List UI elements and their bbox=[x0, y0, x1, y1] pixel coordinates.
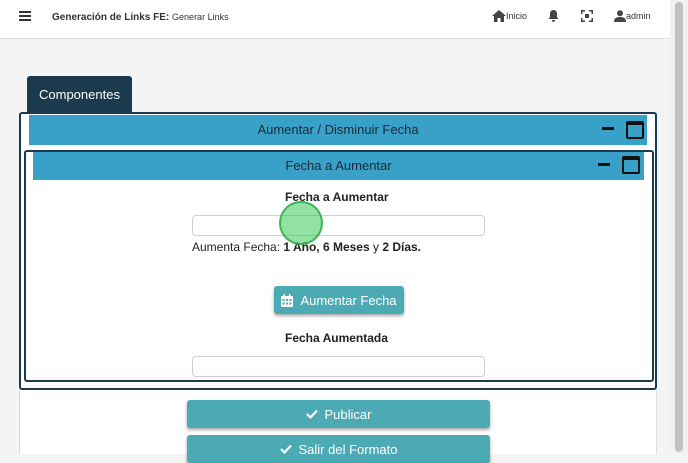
user-icon bbox=[614, 10, 626, 22]
aumentar-fecha-label: Aumentar Fecha bbox=[300, 292, 397, 308]
calendar-icon bbox=[281, 293, 294, 307]
top-navbar: Generación de Links FE: Generar Links In… bbox=[0, 0, 670, 39]
salir-formato-label: Salir del Formato bbox=[298, 441, 398, 457]
notifications-button[interactable] bbox=[548, 10, 559, 22]
inner-section-header[interactable]: Fecha a Aumentar bbox=[33, 152, 644, 180]
nav-inicio-label: Inicio bbox=[506, 11, 528, 21]
bell-icon bbox=[548, 10, 559, 22]
fecha-aumentar-label: Fecha a Aumentar bbox=[285, 190, 389, 204]
page-title-main: Generación de Links FE: bbox=[52, 12, 170, 23]
minus-icon[interactable] bbox=[602, 127, 614, 130]
check-icon bbox=[305, 409, 318, 419]
minus-icon[interactable] bbox=[598, 163, 610, 166]
inner-panel bbox=[24, 150, 654, 382]
publicar-label: Publicar bbox=[324, 406, 372, 422]
fecha-aumentada-input[interactable] bbox=[192, 356, 485, 377]
info-prefix: Aumenta Fecha: bbox=[192, 240, 284, 254]
nav-user[interactable]: admin bbox=[614, 10, 651, 22]
tab-componentes[interactable]: Componentes bbox=[27, 76, 132, 112]
fecha-aumentar-input[interactable] bbox=[192, 215, 485, 236]
inner-section-title: Fecha a Aumentar bbox=[285, 158, 392, 173]
outer-section-header[interactable]: Aumentar / Disminuir Fecha bbox=[29, 115, 647, 145]
info-years: 1 Año, 6 Meses bbox=[283, 240, 370, 254]
aumentar-fecha-button[interactable]: Aumentar Fecha bbox=[274, 286, 404, 314]
window-icon[interactable] bbox=[626, 121, 644, 139]
nav-user-label: admin bbox=[626, 11, 651, 21]
outer-section-title: Aumentar / Disminuir Fecha bbox=[257, 122, 419, 137]
window-icon[interactable] bbox=[622, 156, 640, 174]
nav-inicio[interactable]: Inicio bbox=[492, 10, 527, 22]
home-icon bbox=[492, 10, 506, 22]
info-days: 2 Días. bbox=[382, 240, 422, 254]
fecha-aumentada-label: Fecha Aumentada bbox=[285, 331, 388, 345]
info-sep: y bbox=[369, 240, 383, 254]
aumenta-fecha-info: Aumenta Fecha: 1 Año, 6 Meses y 2 Días. bbox=[192, 240, 421, 254]
salir-formato-button[interactable]: Salir del Formato bbox=[187, 435, 490, 463]
scrollbar-thumb[interactable] bbox=[675, 2, 683, 452]
fullscreen-button[interactable] bbox=[581, 10, 593, 22]
page-scrollbar[interactable] bbox=[670, 0, 688, 454]
menu-icon[interactable] bbox=[19, 11, 31, 21]
publicar-button[interactable]: Publicar bbox=[187, 400, 490, 428]
expand-icon bbox=[581, 10, 593, 22]
page-title: Generación de Links FE: Generar Links bbox=[52, 12, 229, 23]
page-title-sub: Generar Links bbox=[172, 12, 229, 22]
check-icon bbox=[279, 444, 292, 454]
